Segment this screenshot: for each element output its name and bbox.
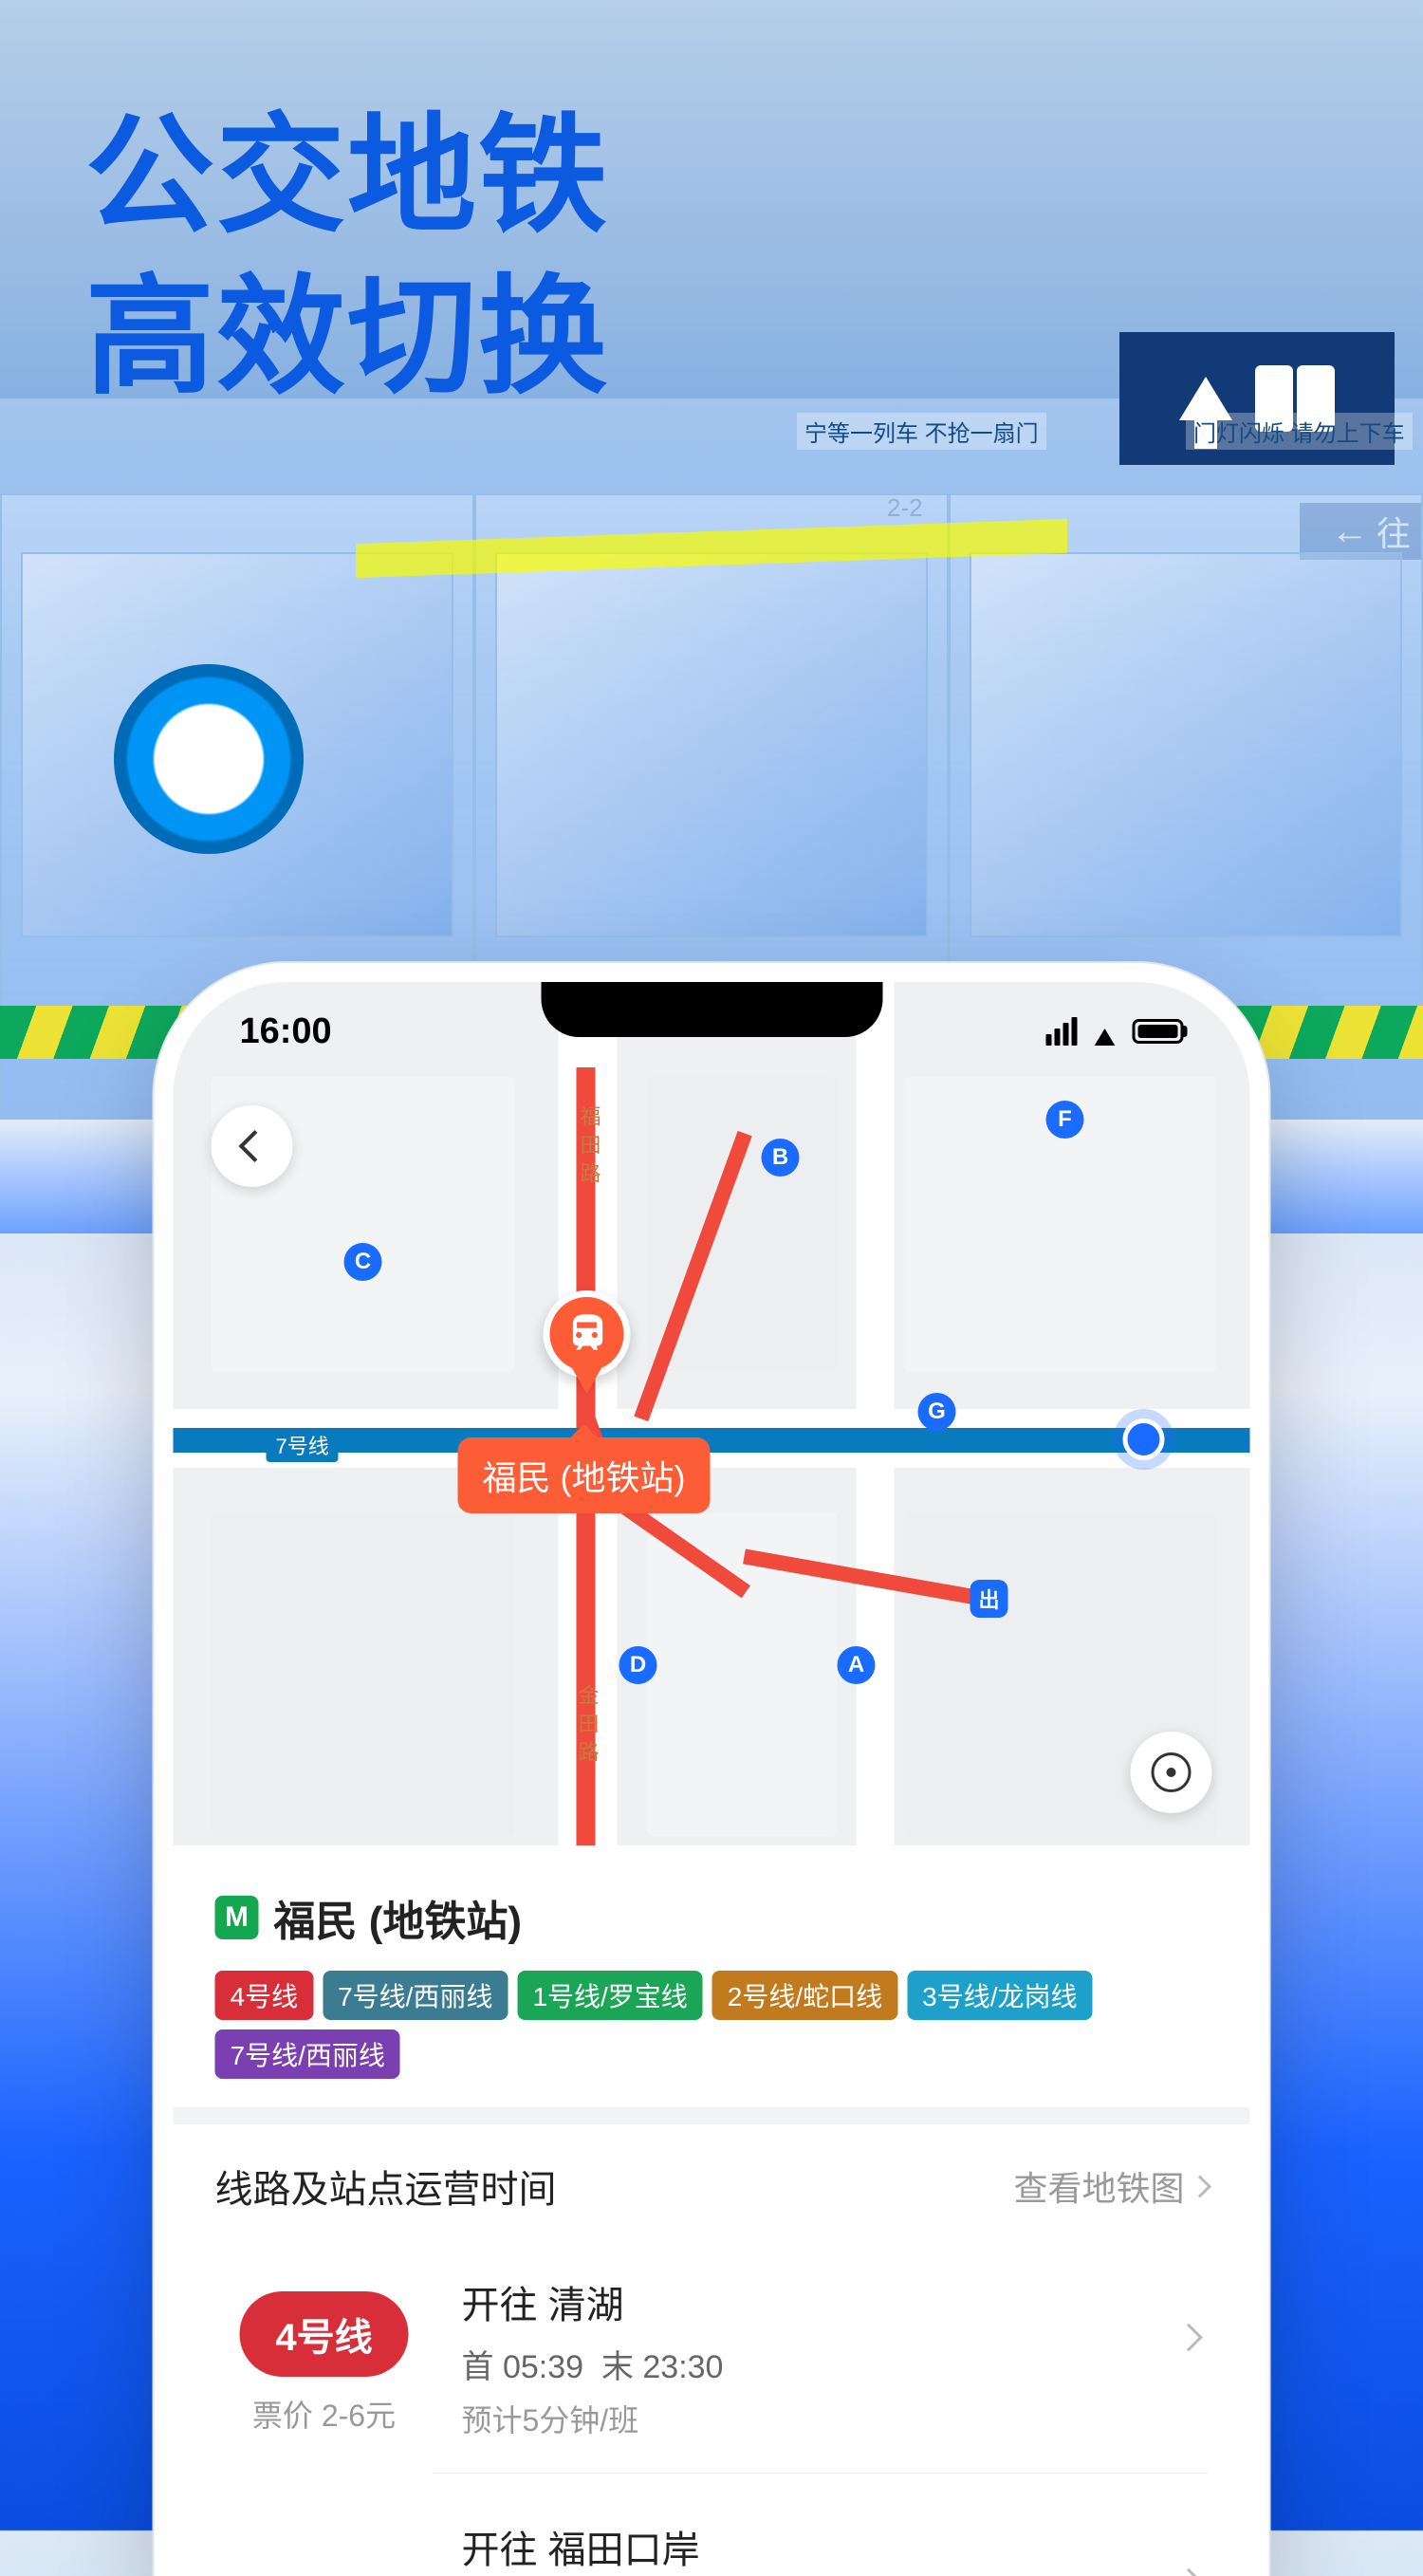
battery-icon — [1133, 1019, 1184, 1044]
line-tag[interactable]: 2号线/蛇口线 — [712, 1971, 897, 2020]
route-row[interactable]: 4号线 票价 2-6元 开往 清湖 首 05:39 末 23:30 预计5分钟/… — [215, 2252, 1209, 2496]
exit-c[interactable]: C — [344, 1243, 382, 1281]
metro-logo-icon: M — [215, 1896, 259, 1939]
road-name-2: 金田路 — [572, 1684, 602, 1770]
info-sheet: M 福民 (地铁站) 4号线 7号线/西丽线 1号线/罗宝线 2号线/蛇口线 3… — [174, 1845, 1250, 2576]
line-tags: 4号线 7号线/西丽线 1号线/罗宝线 2号线/蛇口线 3号线/龙岗线 7号线/… — [215, 1971, 1209, 2079]
exit-d[interactable]: D — [619, 1646, 657, 1684]
door-label-1: 宁等一列车 不抢一扇门 — [797, 413, 1046, 450]
road-name-1: 福田路 — [574, 1105, 604, 1191]
fare-text: 票价 2-6元 — [252, 2392, 396, 2436]
line-tag[interactable]: 7号线/西丽线 — [215, 2029, 400, 2079]
exit-a[interactable]: A — [838, 1646, 876, 1684]
station-logo: 蓝色8 — [114, 664, 304, 854]
current-location-dot — [1123, 1418, 1165, 1460]
line7-label: 7号线 — [267, 1428, 339, 1462]
exit-f[interactable]: F — [1046, 1101, 1084, 1139]
line-tag[interactable]: 7号线/西丽线 — [323, 1971, 508, 2020]
status-time: 16:00 — [240, 1011, 332, 1052]
route-destination: 开往 清湖 — [462, 2274, 1209, 2329]
route-frequency: 预计5分钟/班 — [462, 2397, 1209, 2440]
route-times: 首 05:39 末 23:30 — [462, 2341, 1209, 2387]
route-row[interactable]: 开往 福田口岸 首 05:39 末 23:30 预计5分钟/班 — [215, 2496, 1209, 2576]
line-pill: 4号线 — [239, 2291, 408, 2377]
exit-g[interactable]: G — [918, 1393, 956, 1431]
phone-mockup: 16:00 7号线 B C D A F G 出 — [174, 982, 1250, 2576]
station-name: 福民 (地铁站) — [274, 1887, 523, 1948]
exit-chu[interactable]: 出 — [970, 1580, 1008, 1618]
map-area[interactable]: 7号线 B C D A F G 出 福田路 金田路 福民 (地铁站) — [174, 982, 1250, 1845]
view-metro-map-link[interactable]: 查看地铁图 — [1013, 2161, 1208, 2211]
exit-b[interactable]: B — [762, 1139, 800, 1177]
wifi-icon — [1089, 1015, 1121, 1047]
locate-button[interactable] — [1131, 1732, 1212, 1813]
section-title: 线路及站点运营时间 — [215, 2159, 557, 2214]
back-button[interactable] — [212, 1105, 293, 1187]
phone-notch — [541, 982, 882, 1037]
station-pin[interactable] — [544, 1290, 631, 1378]
door-label-2: 门灯闪烁 请勿上下车 — [1186, 413, 1413, 450]
promo-line-2: 高效切换 — [85, 265, 609, 409]
promo-line-1: 公交地铁 — [85, 103, 609, 248]
signal-icon — [1046, 1017, 1078, 1046]
line-tag[interactable]: 1号线/罗宝线 — [517, 1971, 702, 2020]
line-tag[interactable]: 4号线 — [215, 1971, 314, 2020]
station-label[interactable]: 福民 (地铁站) — [458, 1437, 711, 1513]
promo-title: 公交地铁 高效切换 — [85, 95, 609, 417]
metro-icon — [564, 1310, 611, 1358]
route-destination: 开往 福田口岸 — [462, 2519, 1209, 2574]
line-tag[interactable]: 3号线/龙岗线 — [907, 1971, 1092, 2020]
